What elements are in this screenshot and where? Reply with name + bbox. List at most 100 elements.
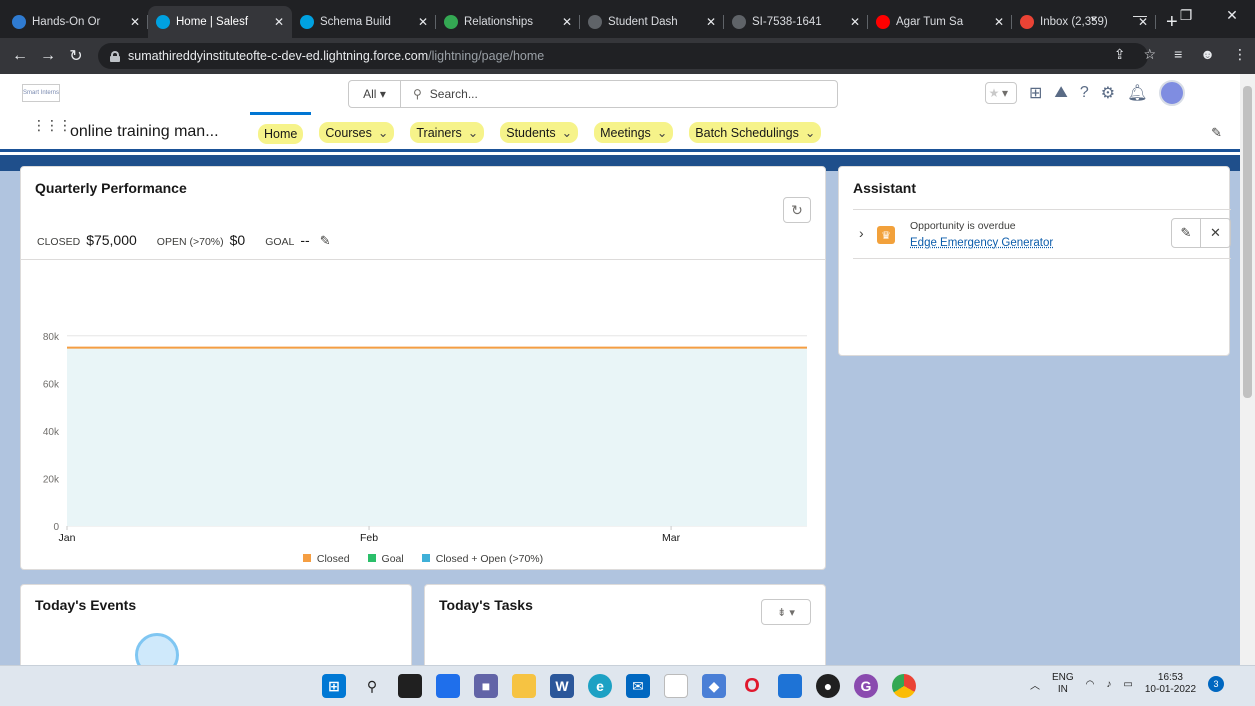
app-icon[interactable]: G [854,674,878,698]
start-windows-icon[interactable]: ⊞ [322,674,346,698]
widgets-icon[interactable] [436,674,460,698]
reading-list-icon[interactable]: ≡ [1174,46,1182,63]
chart-area: 0 20k 40k 60k 80k Jan Feb Mar [21,259,825,553]
close-tab-icon[interactable]: ✕ [274,15,284,29]
global-search[interactable]: All ▾ ⚲ Search... [348,80,838,108]
volume-icon[interactable]: ♪ [1106,679,1111,690]
close-tab-icon[interactable]: ✕ [130,15,140,29]
browser-tab[interactable]: Home | Salesf ✕ [148,6,292,38]
file-explorer-icon[interactable] [512,674,536,698]
nav-item-label: Meetings [600,125,651,140]
tab-title: Agar Tum Sa [896,16,964,28]
github-icon[interactable]: ● [816,674,840,698]
notifications-bell-icon[interactable]: 🔔︎ [1127,83,1147,103]
wifi-icon[interactable]: ◠ [1086,679,1095,690]
card-title: Quarterly Performance [35,180,187,196]
edit-nav-icon[interactable]: ✎ [1211,125,1222,141]
menu-icon[interactable]: ⋮ [1233,46,1247,63]
bookmark-star-icon[interactable]: ☆ [1144,46,1157,63]
edit-goal-icon[interactable]: ✎ [320,233,331,249]
favorites-button[interactable]: ★ ▾ [985,82,1017,104]
nav-item-students[interactable]: Students ⌄ [492,112,586,152]
nav-item-batch-schedulings[interactable]: Batch Schedulings ⌄ [681,112,829,152]
series-area-closed-open [67,347,807,526]
nav-item-courses[interactable]: Courses ⌄ [311,112,402,152]
teams-chat-icon[interactable]: ■ [474,674,498,698]
global-actions-icon[interactable]: ⊞ [1029,83,1042,103]
assistant-item[interactable]: › ♛ Opportunity is overdue Edge Emergenc… [853,209,1231,259]
browser-tab[interactable]: Relationships ✕ [436,6,580,38]
x-tick-label: Feb [360,532,378,544]
store-icon[interactable]: ◆ [702,674,726,698]
opportunity-link[interactable]: Edge Emergency Generator [910,237,1053,249]
avatar[interactable] [1159,80,1186,106]
close-tab-icon[interactable]: ✕ [418,15,428,29]
clock[interactable]: 16:53 10-01-2022 [1145,672,1196,696]
org-logo[interactable]: Smart Interns [22,84,60,102]
nav-item-meetings[interactable]: Meetings ⌄ [586,112,681,152]
chrome-icon[interactable] [892,674,916,698]
search-placeholder: Search... [429,87,478,101]
browser-tab[interactable]: SI-7538-1641 ✕ [724,6,868,38]
tray-overflow-icon[interactable]: ︿ [1030,677,1040,692]
chart-legend: Closed Goal Closed + Open (>70%) [21,553,825,565]
minimize-button[interactable]: — [1117,0,1163,30]
legend-item[interactable]: Closed [302,553,350,565]
close-tab-icon[interactable]: ✕ [562,15,572,29]
refresh-icon[interactable]: ↻ [783,197,811,223]
search-icon[interactable]: ⚲ [360,674,384,698]
battery-icon[interactable]: ▭ [1123,679,1132,690]
profile-icon[interactable]: ☻ [1200,46,1215,63]
help-icon[interactable]: ? [1080,84,1089,102]
legend-item[interactable]: Closed + Open (>70%) [421,553,543,565]
nav-item-highlight: Batch Schedulings ⌄ [689,121,822,143]
forward-icon[interactable]: → [34,47,62,65]
notification-badge[interactable]: 3 [1208,676,1225,692]
chevron-right-icon[interactable]: › [859,225,864,241]
favorites-star-icon: ★ [988,86,1000,100]
url-field[interactable]: sumathireddyinstituteofte-c-dev-ed.light… [98,43,1148,69]
chevron-down-icon[interactable]: ⌄ [805,126,815,140]
task-view-icon[interactable] [398,674,422,698]
search-scope-select[interactable]: All ▾ [349,81,401,107]
close-window-button[interactable]: ✕ [1209,0,1255,30]
close-tab-icon[interactable]: ✕ [850,15,860,29]
browser-tab[interactable]: Student Dash ✕ [580,6,724,38]
reload-icon[interactable]: ↻ [62,46,90,66]
chevron-down-icon[interactable]: ⌄ [657,126,667,140]
back-icon[interactable]: ← [6,47,34,65]
tab-search-icon[interactable]: ⌄ [1071,0,1117,30]
nav-item-home[interactable]: Home [250,112,312,152]
edit-icon[interactable]: ✎ [1171,218,1201,248]
legend-label: Goal [381,553,404,565]
word-icon[interactable]: W [550,674,574,698]
legend-item[interactable]: Goal [367,553,404,565]
browser-tab[interactable]: Hands-On Or ✕ [4,6,148,38]
browser-tab[interactable]: Schema Build ✕ [292,6,436,38]
chevron-down-icon[interactable]: ⌄ [562,126,572,140]
nav-item-trainers[interactable]: Trainers ⌄ [402,112,492,152]
trailhead-icon[interactable]: ⛰ [1054,84,1067,102]
chevron-down-icon[interactable]: ⌄ [378,126,388,140]
tab-favicon-icon [444,15,458,29]
app-launcher-icon[interactable]: ⋮⋮⋮ [32,118,72,132]
todays-tasks-card: Today's Tasks ⇟ ▾ [424,584,826,674]
edge-icon[interactable]: e [588,674,612,698]
toolbar-icons: ⇪ ☆ ≡ ☻ ⋮ [1114,46,1247,63]
opera-icon[interactable]: O [740,674,764,698]
dismiss-icon[interactable]: ✕ [1201,218,1231,248]
scrollbar-thumb[interactable] [1243,86,1252,398]
setup-gear-icon[interactable]: ⚙ [1101,83,1115,103]
mail-icon[interactable]: ✉ [626,674,650,698]
share-icon[interactable]: ⇪ [1114,46,1126,63]
task-filter-button[interactable]: ⇟ ▾ [761,599,811,625]
chevron-down-icon[interactable]: ⌄ [468,126,478,140]
close-tab-icon[interactable]: ✕ [994,15,1004,29]
language-indicator[interactable]: ENG IN [1052,672,1074,696]
display-icon[interactable] [778,674,802,698]
notepad-icon[interactable] [664,674,688,698]
restore-button[interactable]: ❐ [1163,0,1209,30]
browser-tab[interactable]: Agar Tum Sa ✕ [868,6,1012,38]
tab-title: Schema Build [320,16,391,28]
close-tab-icon[interactable]: ✕ [706,15,716,29]
